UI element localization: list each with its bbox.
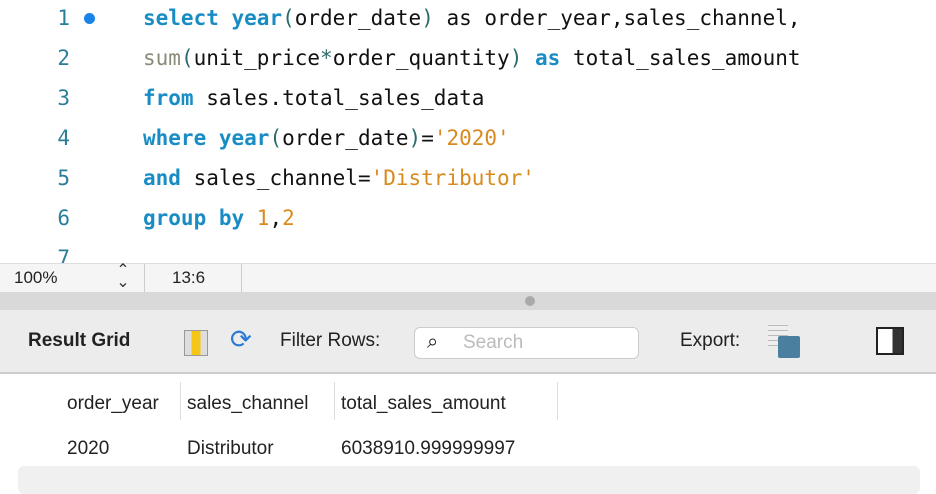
pane-splitter[interactable] (0, 292, 936, 310)
line-number: 2 (57, 46, 70, 70)
code-token: unit_price (193, 46, 321, 70)
line-number: 6 (57, 206, 70, 230)
code-token: year (231, 6, 283, 30)
cell-order-year[interactable]: 2020 (61, 438, 109, 460)
code-token: total_sales_amount (560, 46, 801, 70)
result-grid-label: Result Grid (28, 330, 131, 351)
code-token: sales_channel= (180, 166, 371, 190)
code-text: group by 1,2 (143, 206, 295, 230)
code-token: 2 (282, 206, 295, 230)
grid-layout-icon[interactable] (184, 330, 208, 356)
code-line[interactable]: 3 from sales.total_sales_data (0, 80, 936, 120)
current-statement-dot-icon (84, 13, 95, 24)
code-token: sum (143, 46, 181, 70)
zoom-level: 100% (14, 268, 58, 287)
code-token: from (143, 86, 194, 110)
sql-editor[interactable]: 1 select year(order_date) as order_year,s… (0, 0, 936, 263)
code-token: order_quantity (332, 46, 510, 70)
code-token: ) (408, 126, 422, 150)
code-token: and (143, 166, 181, 190)
code-text: where year(order_date)='2020' (143, 126, 510, 150)
filter-rows-label: Filter Rows: (280, 330, 381, 351)
code-text: and sales_channel='Distributor' (143, 166, 535, 190)
divider (241, 264, 242, 293)
code-token: * (320, 46, 333, 70)
refresh-icon[interactable]: ⟳ (230, 324, 252, 355)
code-token: ( (269, 126, 283, 150)
code-token: select (143, 6, 232, 30)
search-input[interactable] (463, 332, 633, 354)
result-grid: order_year sales_channel total_sales_amo… (0, 376, 936, 494)
editor-status-bar: 100% ⌃ ⌄ 13:6 (0, 263, 936, 293)
code-token: as order_year,sales_channel, (433, 6, 801, 30)
code-line[interactable]: 7 (0, 240, 936, 263)
splitter-handle[interactable] (525, 296, 535, 306)
result-toolbar: Result Grid ⟳ Filter Rows: ⌕ Export: (0, 310, 936, 374)
code-token: sales.total_sales_data (193, 86, 485, 110)
code-token: 1 (256, 206, 270, 230)
column-header-total-sales-amount[interactable]: total_sales_amount (335, 382, 558, 420)
code-token: , (269, 206, 283, 230)
code-token: where (143, 126, 219, 150)
line-number: 7 (57, 246, 70, 263)
code-line[interactable]: 5 and sales_channel='Distributor' (0, 160, 936, 200)
zoom-stepper-icon[interactable]: ⌃ ⌄ (116, 263, 130, 291)
code-token: order_date (282, 126, 409, 150)
code-token: ) (509, 46, 523, 70)
code-token: ( (180, 46, 194, 70)
empty-new-row[interactable] (18, 466, 920, 494)
code-token: 'Distributor' (370, 166, 535, 190)
code-token: as (535, 46, 561, 70)
export-label: Export: (680, 330, 741, 351)
code-token: ) (421, 6, 434, 30)
line-number: 5 (57, 166, 70, 190)
code-token: group by (143, 206, 257, 230)
cell-total-sales-amount[interactable]: 6038910.999999997 (335, 438, 515, 460)
code-token: ( (282, 6, 295, 30)
line-number: 1 (57, 6, 70, 30)
code-text: sum(unit_price*order_quantity) as total_… (143, 46, 801, 70)
column-header-order-year[interactable]: order_year (61, 382, 181, 420)
code-token: '2020' (433, 126, 510, 150)
column-header-sales-channel[interactable]: sales_channel (181, 382, 335, 420)
code-line[interactable]: 4 where year(order_date)='2020' (0, 120, 936, 160)
line-number: 4 (57, 126, 70, 150)
code-token: = (421, 126, 434, 150)
code-text: select year(order_date) as order_year,sa… (143, 6, 801, 30)
code-token: order_date (294, 6, 422, 30)
code-text: from sales.total_sales_data (143, 86, 484, 110)
export-icon[interactable] (768, 324, 802, 360)
search-icon: ⌕ (427, 331, 439, 353)
divider (144, 264, 145, 293)
toggle-panel-icon[interactable] (876, 327, 904, 355)
cell-sales-channel[interactable]: Distributor (181, 438, 274, 460)
code-line[interactable]: 1 select year(order_date) as order_year,s… (0, 0, 936, 40)
code-line[interactable]: 2 sum(unit_price*order_quantity) as total… (0, 40, 936, 80)
code-line[interactable]: 6 group by 1,2 (0, 200, 936, 240)
cursor-position: 13:6 (172, 268, 206, 287)
filter-search-box[interactable]: ⌕ (414, 327, 639, 359)
line-number: 3 (57, 86, 70, 110)
code-token: year (218, 126, 270, 150)
